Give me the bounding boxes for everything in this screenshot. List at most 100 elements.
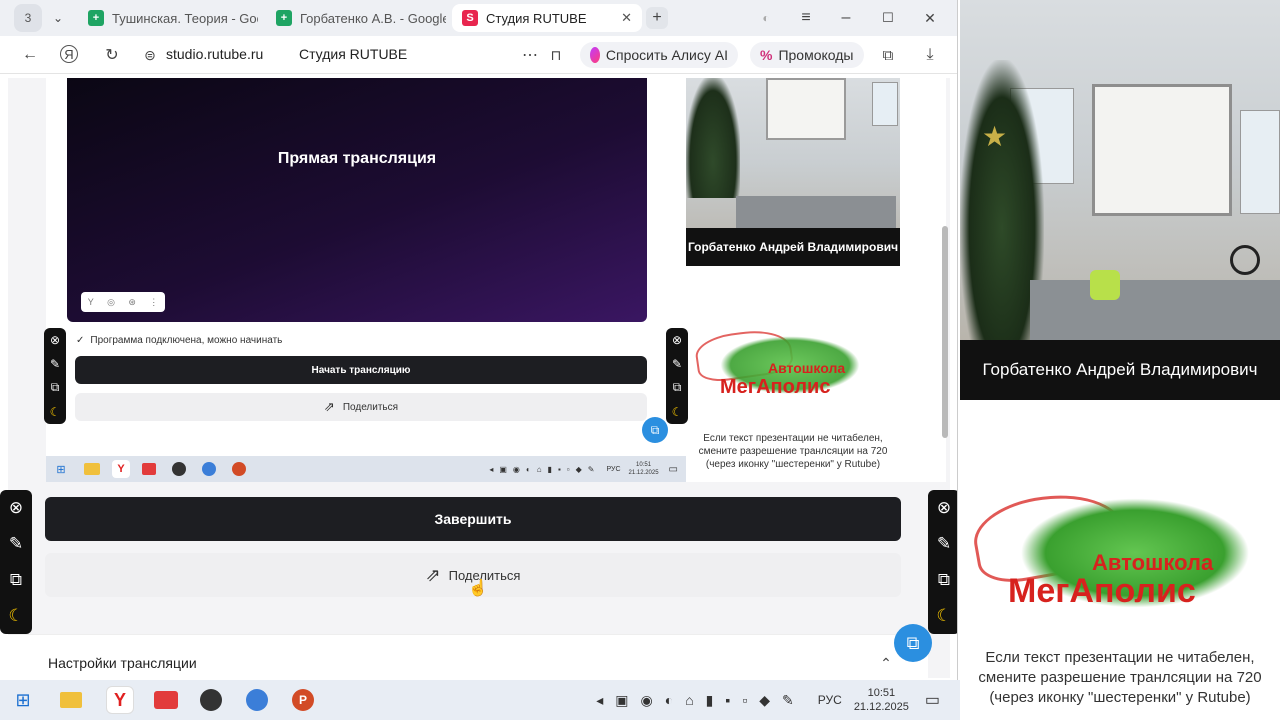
chat-small-icon[interactable]: ⧉	[642, 417, 668, 443]
sheets-icon: +	[276, 10, 292, 26]
mini-toolbar-left: ⊗ ✎ ⧉ ☾	[44, 328, 66, 424]
tab-close-icon[interactable]: ✕	[621, 10, 632, 26]
y-icon: Y	[87, 297, 94, 307]
status-text: Программа подключена, можно начинать	[90, 334, 283, 346]
tab-count: 3	[24, 11, 32, 25]
camera-feed-small: Горбатенко Андрей Владимирович	[686, 78, 900, 266]
alice-icon	[590, 47, 600, 63]
yandex-icon[interactable]: Я	[60, 45, 78, 63]
app-icon[interactable]	[172, 462, 186, 476]
alice-button[interactable]: Спросить Алису AI	[580, 42, 738, 68]
status-line: ✓ Программа подключена, можно начинать	[76, 333, 636, 347]
preview-mini-toolbar[interactable]: Y ◎ ⊛ ⋮	[81, 292, 165, 312]
mini-clock: 10:51 21.12.2025	[628, 462, 659, 476]
logo-panel: Автошкола МегАполис Если текст презентац…	[960, 400, 1280, 720]
download-icon[interactable]: ⤓	[920, 45, 940, 65]
address-bar: ← Я ↻ ⊜ studio.rutube.ru Студия RUTUBE ⋯…	[0, 36, 957, 74]
notification-icon[interactable]: ▭	[925, 690, 940, 710]
app-icon[interactable]	[200, 689, 222, 711]
browser-icon[interactable]: Y	[106, 686, 134, 714]
notification-icon[interactable]: ▭	[669, 464, 678, 475]
logo-top-small: Автошкола	[768, 360, 846, 376]
lasso-icon[interactable]: ☾	[8, 606, 23, 626]
settings-icon: ⊛	[128, 296, 136, 307]
app-icon[interactable]	[202, 462, 216, 476]
collections-icon[interactable]: ⧉	[878, 45, 898, 65]
tune-icon[interactable]: ⊜	[140, 45, 160, 65]
settings-section[interactable]: Настройки трансляции ⌃	[8, 634, 928, 680]
presenter-name: Горбатенко Андрей Владимирович	[960, 340, 1280, 400]
logo-bottom: МегАполис	[1008, 572, 1196, 610]
tab-rutube[interactable]: S Студия RUTUBE ✕	[452, 4, 642, 32]
pen-icon[interactable]: ✎	[672, 357, 682, 371]
app-icon[interactable]	[154, 691, 178, 709]
start-stream-button[interactable]: Начать трансляцию	[75, 356, 647, 384]
mini-lang: РУС	[606, 465, 621, 473]
scrollbar-thumb[interactable]	[942, 226, 948, 438]
tray-icons: ◂▣◉◐⌂▮▪▫◆✎	[596, 691, 806, 708]
crop-icon[interactable]: ⧉	[10, 570, 22, 590]
new-tab-icon[interactable]: +	[646, 7, 668, 29]
crop-icon[interactable]: ⧉	[673, 380, 682, 395]
more-icon[interactable]: ⋯	[520, 45, 540, 65]
windows-icon[interactable]: ⊞	[14, 690, 32, 710]
reload-icon[interactable]: ↻	[102, 45, 122, 65]
crop-icon[interactable]: ⧉	[51, 380, 60, 395]
tree	[686, 78, 740, 198]
notice: Если текст презентации не читабелен, сме…	[978, 649, 1262, 706]
menu-icon[interactable]: ≡	[796, 8, 816, 28]
powerpoint-icon[interactable]: P	[292, 689, 314, 711]
share-small-label: Поделиться	[342, 401, 399, 413]
tab-count-badge[interactable]: 3	[14, 4, 42, 32]
profile-icon[interactable]: ◐	[756, 8, 776, 28]
scrollbar[interactable]	[941, 80, 949, 680]
bookmark-icon[interactable]: ⊓	[546, 45, 566, 65]
folder-icon[interactable]	[84, 463, 100, 475]
share-small-button[interactable]: ⇗ Поделиться	[75, 393, 647, 421]
tray-icons: ◂▣◉◐⌂▮▪▫◆✎	[489, 464, 601, 474]
clock-time: 10:51	[867, 687, 896, 699]
finish-button[interactable]: Завершить	[45, 497, 901, 541]
close-circle-icon[interactable]: ⊗	[50, 333, 60, 347]
desks	[1030, 280, 1280, 340]
app-icon[interactable]	[142, 463, 156, 475]
windows-icon[interactable]: ⊞	[54, 462, 68, 476]
close-window-icon[interactable]: ✕	[920, 8, 940, 28]
promo-button[interactable]: % Промокоды	[750, 42, 864, 68]
powerpoint-icon[interactable]	[232, 462, 246, 476]
dots-icon: ⋮	[149, 296, 159, 307]
clock-date: 21.12.2025	[853, 701, 909, 713]
maximize-icon[interactable]: ☐	[878, 8, 898, 28]
url-text[interactable]: studio.rutube.ru	[166, 46, 263, 62]
steering-wheel	[1230, 245, 1260, 275]
lasso-icon[interactable]: ☾	[50, 405, 61, 419]
logo-bottom-small: МегАполис	[720, 376, 831, 398]
taskbar: ⊞ Y P ◂▣◉◐⌂▮▪▫◆✎ РУС 10:51 21.12.2025 ▭	[0, 680, 960, 720]
folder-icon[interactable]	[60, 692, 82, 708]
back-icon[interactable]: ←	[20, 45, 40, 65]
tab-sheet-2[interactable]: + Горбатенко А.В. - Google	[266, 4, 446, 32]
tab-sheet-1[interactable]: + Тушинская. Теория - Goo	[78, 4, 258, 32]
pen-icon[interactable]: ✎	[50, 357, 60, 371]
mini-taskbar: ⊞ Y ◂▣◉◐⌂▮▪▫◆✎ РУС 10:51 21.12.2025 ▭	[46, 456, 686, 482]
tab-bar: 3 ⌄ + Тушинская. Теория - Goo + Горбатен…	[0, 0, 957, 36]
chevron-up-icon[interactable]: ⌃	[876, 653, 896, 673]
chevron-down-icon[interactable]: ⌄	[48, 8, 68, 28]
whiteboard	[1092, 84, 1232, 216]
share-icon: ⇗	[425, 564, 441, 585]
browser-icon[interactable]: Y	[112, 460, 130, 478]
app-icon[interactable]	[246, 689, 268, 711]
chair	[1090, 270, 1120, 300]
clock[interactable]: 10:51 21.12.2025	[854, 686, 909, 714]
browser-window: 3 ⌄ + Тушинская. Теория - Goo + Горбатен…	[0, 0, 958, 680]
lang-indicator[interactable]: РУС	[818, 693, 842, 707]
close-circle-icon[interactable]: ⊗	[672, 333, 682, 347]
chat-icon[interactable]: ⧉	[894, 624, 932, 662]
tab-title: Тушинская. Теория - Goo	[112, 10, 258, 26]
close-circle-icon[interactable]: ⊗	[9, 498, 23, 518]
minimize-icon[interactable]: –	[836, 8, 856, 28]
video-preview: Прямая трансляция Y ◎ ⊛ ⋮	[67, 78, 647, 322]
check-icon: ✓	[76, 334, 85, 346]
pen-icon[interactable]: ✎	[9, 534, 23, 554]
lasso-icon[interactable]: ☾	[672, 405, 683, 419]
